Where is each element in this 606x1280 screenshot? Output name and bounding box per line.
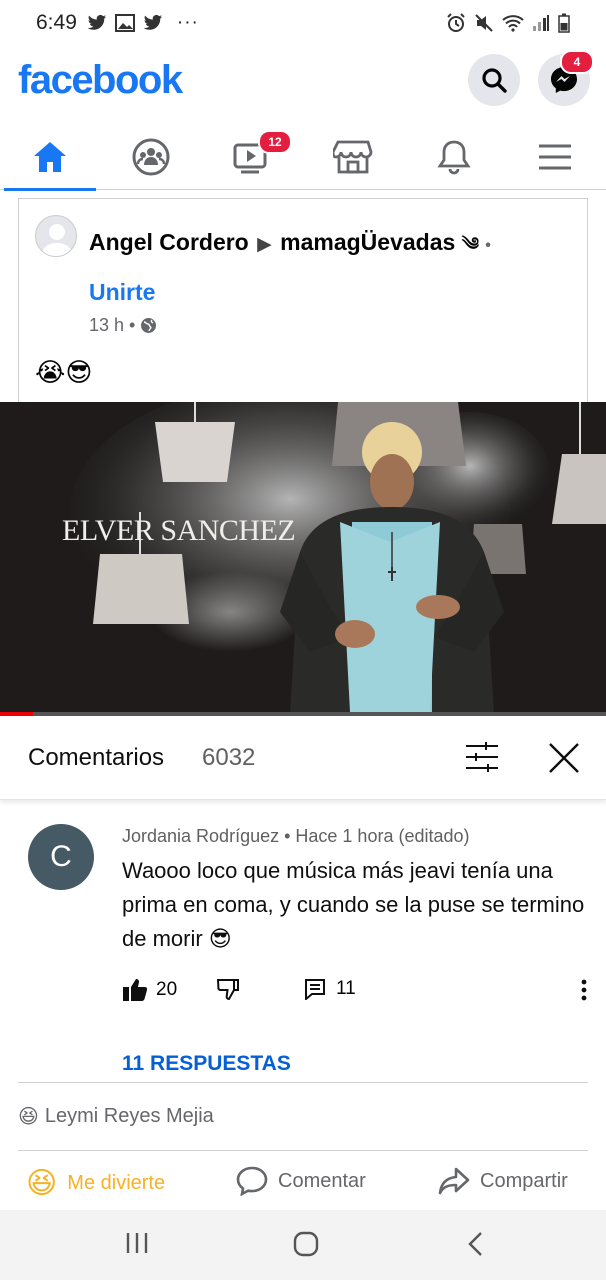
comments-header: Comentarios 6032 [0,718,606,800]
tab-watch[interactable]: 12 [202,124,302,190]
status-bar: 6:49 ··· [0,0,606,46]
facebook-logo[interactable]: facebook [18,58,183,103]
video-overlay-title: ELVER SANCHEZ [62,514,296,547]
like-count: 20 [156,979,178,1000]
reply-button[interactable]: 11 [304,978,356,1000]
actions-divider [18,1150,588,1151]
system-icons [446,13,570,33]
comment-text: Waooo loco que música más jeavi tenía un… [122,858,585,951]
messenger-button[interactable]: 4 [538,50,594,106]
post-card: Angel Cordero ▶ mamagÜevadas ༄ • Unirte … [18,198,588,403]
comment-icon [236,1166,268,1196]
post-time[interactable]: 13 h [89,315,124,336]
recent-apps-icon [126,1233,148,1253]
battery-icon [558,13,570,33]
home-icon [34,142,66,172]
watch-badge: 12 [258,130,292,154]
back-button[interactable] [464,1230,488,1263]
notification-icons: ··· [87,12,199,34]
groups-icon [132,138,170,176]
thumbs-up-icon [123,979,148,1001]
share-icon [438,1167,470,1195]
tab-marketplace[interactable] [303,124,403,190]
twitter-icon [87,14,107,30]
hamburger-menu-icon [539,144,571,170]
search-button[interactable] [468,54,520,106]
post-action-bar: 😆 Me divierte Comentar Compartir [0,1160,606,1208]
tab-notifications[interactable] [404,124,504,190]
globe-icon [141,318,157,333]
default-avatar-icon [41,224,73,256]
arrow-icon: ▶ [257,234,272,255]
video-player[interactable]: ELVER SANCHEZ [0,402,606,716]
comment-author-line[interactable]: Jordania Rodríguez • Hace 1 hora (editad… [122,826,470,847]
meta-separator: • [129,315,136,335]
share-label: Compartir [480,1169,568,1192]
reply-count: 11 [336,978,356,999]
comments-title: Comentarios [28,744,165,771]
sort-comments-button[interactable] [464,740,500,779]
tab-home[interactable] [0,124,100,191]
react-label: Me divierte [67,1172,166,1194]
comment-item: C Jordania Rodríguez • Hace 1 hora (edit… [0,810,606,1080]
signal-icon [533,15,549,31]
join-group-link[interactable]: Unirte [89,279,155,306]
post-card-bottom-border [18,1082,588,1083]
header-dot: • [485,237,491,254]
back-chevron-icon [468,1232,482,1256]
mute-icon [475,14,493,32]
haha-reaction-icon: 😆 [18,1106,39,1128]
react-button[interactable]: 😆 Me divierte [26,1166,165,1201]
twitter-icon [143,14,163,30]
author-name[interactable]: Angel Cordero [89,229,249,255]
home-circle-icon [293,1231,319,1257]
video-progress-bar[interactable] [0,712,606,716]
comment-actions: 20 11 [122,978,588,1008]
sort-filter-icon [466,742,498,772]
close-icon [549,743,579,773]
share-button[interactable]: Compartir [438,1166,568,1196]
thumbs-down-icon [216,979,239,1001]
more-vertical-icon [581,979,587,1001]
comments-count: 6032 [202,744,256,771]
comment-label: Comentar [278,1169,366,1192]
home-button[interactable] [292,1230,320,1263]
wifi-icon [502,15,524,32]
haha-emoji-icon: 😆 [26,1167,58,1200]
comment-button[interactable]: Comentar [236,1166,366,1196]
alarm-icon [447,13,465,32]
post-meta: 13 h • [89,315,157,336]
video-progress-fill [0,712,34,716]
clock: 6:49 [36,11,77,34]
bell-icon [437,140,471,175]
tab-groups[interactable] [101,124,201,190]
video-frame [0,402,606,716]
messenger-badge: 4 [560,50,594,74]
group-name-emoji: ༄ [461,234,479,254]
post-text: 😭😎 [35,357,93,387]
marketplace-icon [333,140,373,174]
reactor-names: Leymi Reyes Mejia [44,1105,214,1127]
comment-more-button[interactable] [580,978,588,1007]
commenter-avatar[interactable]: C [28,824,94,890]
image-icon [114,14,135,32]
tab-bar: 12 [0,124,606,191]
like-button[interactable]: 20 [122,978,177,1002]
author-avatar[interactable] [35,215,77,257]
dislike-button[interactable] [216,978,242,1007]
reactions-summary[interactable]: 😆 Leymi Reyes Mejia [18,1104,214,1129]
group-name[interactable]: mamagÜevadas [280,229,455,255]
view-replies-link[interactable]: 11 RESPUESTAS [122,1052,291,1076]
recent-apps-button[interactable] [124,1230,150,1261]
tab-menu[interactable] [505,124,605,190]
more-notifications-icon: ··· [176,12,199,33]
system-navigation-bar [0,1210,606,1280]
reply-comment-icon [305,979,325,1000]
post-header-line: Angel Cordero ▶ mamagÜevadas ༄ • [89,225,491,275]
app-header: facebook 4 [0,50,606,114]
close-comments-button[interactable] [546,740,582,781]
search-icon [482,68,507,93]
